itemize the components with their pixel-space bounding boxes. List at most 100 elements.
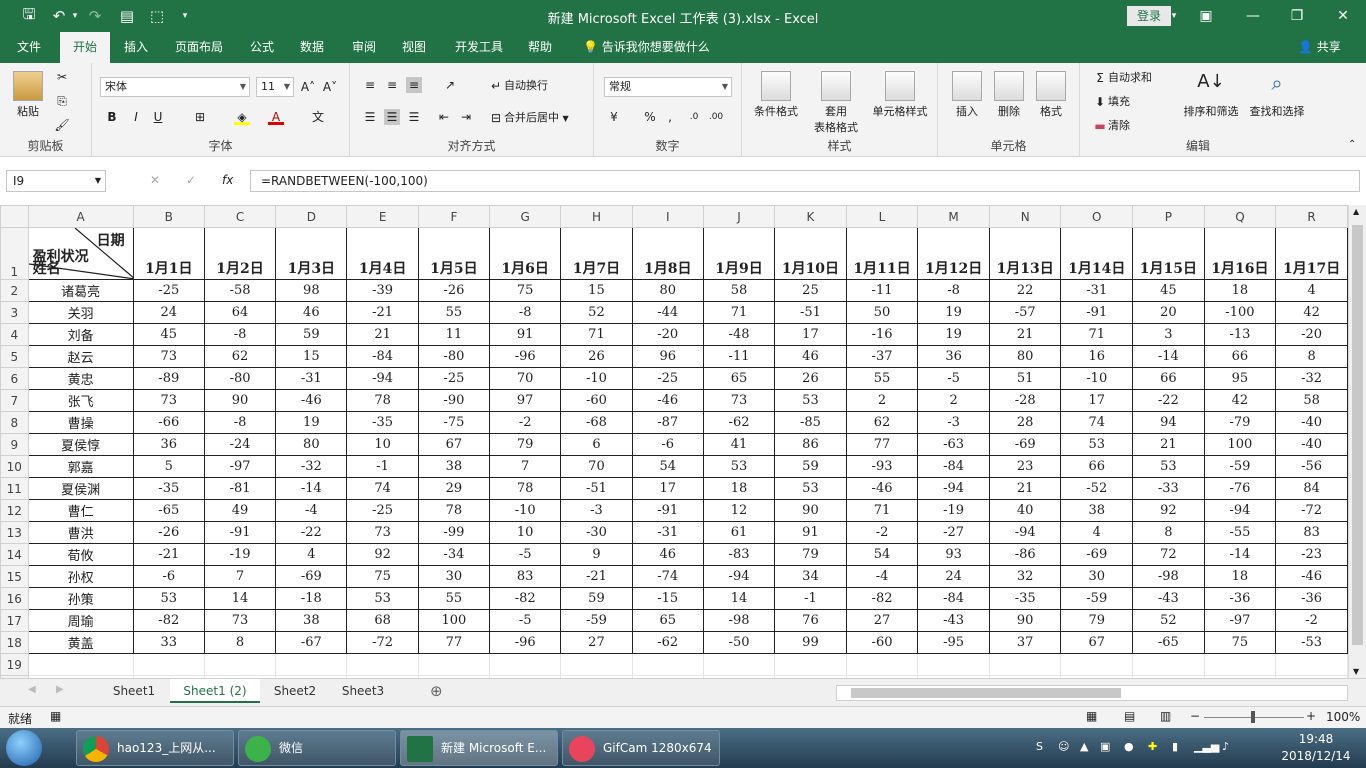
- empty-cell[interactable]: [203, 653, 277, 676]
- value-cell[interactable]: -87: [631, 411, 704, 434]
- value-cell[interactable]: 62: [845, 411, 919, 434]
- value-cell[interactable]: 73: [132, 389, 205, 412]
- value-cell[interactable]: -82: [489, 587, 562, 610]
- value-cell[interactable]: -74: [631, 565, 704, 588]
- value-cell[interactable]: 53: [1132, 455, 1205, 478]
- value-cell[interactable]: 16: [1060, 345, 1134, 368]
- value-cell[interactable]: -15: [631, 587, 704, 610]
- empty-cell[interactable]: [489, 653, 562, 676]
- wrap-text-button[interactable]: ↵ 自动换行: [488, 77, 548, 94]
- value-cell[interactable]: -97: [1203, 609, 1277, 632]
- value-cell[interactable]: 80: [631, 279, 704, 302]
- row-header[interactable]: 6: [0, 367, 29, 390]
- value-cell[interactable]: 9: [560, 543, 633, 566]
- merge-center-button[interactable]: ⊟ 合并后居中 ▼: [488, 109, 569, 126]
- value-cell[interactable]: -8: [917, 279, 990, 302]
- tray-display-icon[interactable]: ▣: [1100, 740, 1110, 753]
- value-cell[interactable]: -2: [1275, 609, 1348, 632]
- font-name-select[interactable]: 宋体 ▼: [100, 77, 250, 97]
- value-cell[interactable]: 3: [1132, 323, 1205, 346]
- value-cell[interactable]: -46: [275, 389, 348, 412]
- row-header[interactable]: 2: [0, 279, 29, 302]
- row-header[interactable]: 5: [0, 345, 29, 368]
- value-cell[interactable]: 75: [346, 565, 419, 588]
- value-cell[interactable]: 37: [988, 631, 1062, 654]
- value-cell[interactable]: 92: [1132, 499, 1205, 522]
- value-cell[interactable]: -96: [489, 631, 562, 654]
- value-cell[interactable]: -35: [988, 587, 1062, 610]
- value-cell[interactable]: 15: [275, 345, 348, 368]
- value-cell[interactable]: 98: [275, 279, 348, 302]
- zoom-slider-thumb[interactable]: [1251, 711, 1255, 723]
- column-header[interactable]: D: [275, 205, 348, 228]
- value-cell[interactable]: -84: [346, 345, 419, 368]
- value-cell[interactable]: 55: [845, 367, 919, 390]
- value-cell[interactable]: -98: [702, 609, 776, 632]
- value-cell[interactable]: 25: [774, 279, 847, 302]
- format-as-table-button[interactable]: 套用 表格格式: [804, 71, 868, 135]
- value-cell[interactable]: 59: [774, 455, 847, 478]
- column-header[interactable]: I: [631, 205, 704, 228]
- value-cell[interactable]: -25: [346, 499, 419, 522]
- value-cell[interactable]: 100: [417, 609, 491, 632]
- value-cell[interactable]: -52: [1060, 477, 1134, 500]
- value-cell[interactable]: 21: [988, 477, 1062, 500]
- value-cell[interactable]: 23: [988, 455, 1062, 478]
- value-cell[interactable]: 17: [1060, 389, 1134, 412]
- share-button[interactable]: 👤 共享: [1298, 32, 1341, 63]
- value-cell[interactable]: -94: [702, 565, 776, 588]
- value-cell[interactable]: 64: [203, 301, 277, 324]
- value-cell[interactable]: -14: [1203, 543, 1277, 566]
- value-cell[interactable]: -57: [988, 301, 1062, 324]
- value-cell[interactable]: -25: [417, 367, 491, 390]
- value-cell[interactable]: -91: [203, 521, 277, 544]
- value-cell[interactable]: -59: [1203, 455, 1277, 478]
- value-cell[interactable]: 29: [417, 477, 491, 500]
- value-cell[interactable]: -46: [1275, 565, 1348, 588]
- value-cell[interactable]: -34: [417, 543, 491, 566]
- column-header[interactable]: A: [27, 205, 134, 228]
- value-cell[interactable]: 73: [702, 389, 776, 412]
- value-cell[interactable]: -3: [560, 499, 633, 522]
- value-cell[interactable]: -31: [1060, 279, 1134, 302]
- value-cell[interactable]: 66: [1203, 345, 1277, 368]
- taskbar-item-excel[interactable]: 新建 Microsoft E...: [400, 730, 558, 766]
- value-cell[interactable]: 30: [417, 565, 491, 588]
- value-cell[interactable]: 21: [988, 323, 1062, 346]
- align-center-icon[interactable]: ☰: [384, 109, 400, 125]
- value-cell[interactable]: 19: [275, 411, 348, 434]
- row-header[interactable]: 10: [0, 455, 29, 478]
- value-cell[interactable]: -10: [560, 367, 633, 390]
- border-icon[interactable]: ⊞: [192, 109, 208, 125]
- autosum-button[interactable]: Σ 自动求和: [1092, 69, 1152, 86]
- zoom-level[interactable]: 100%: [1326, 710, 1360, 724]
- column-header[interactable]: C: [203, 205, 277, 228]
- value-cell[interactable]: 10: [489, 521, 562, 544]
- value-cell[interactable]: -20: [631, 323, 704, 346]
- value-cell[interactable]: 27: [845, 609, 919, 632]
- column-header[interactable]: K: [774, 205, 847, 228]
- value-cell[interactable]: -53: [1275, 631, 1348, 654]
- value-cell[interactable]: 71: [1060, 323, 1134, 346]
- value-cell[interactable]: 19: [917, 323, 990, 346]
- value-cell[interactable]: 8: [1275, 345, 1348, 368]
- value-cell[interactable]: 26: [560, 345, 633, 368]
- value-cell[interactable]: 52: [1132, 609, 1205, 632]
- value-cell[interactable]: -84: [917, 587, 990, 610]
- value-cell[interactable]: -62: [702, 411, 776, 434]
- value-cell[interactable]: 79: [774, 543, 847, 566]
- name-cell[interactable]: 黄盖: [27, 631, 134, 654]
- tray-sogou-icon[interactable]: S: [1036, 740, 1043, 753]
- value-cell[interactable]: 38: [1060, 499, 1134, 522]
- select-all-corner[interactable]: [0, 205, 29, 228]
- value-cell[interactable]: 5: [132, 455, 205, 478]
- date-header-cell[interactable]: 1月5日: [417, 227, 491, 280]
- column-header[interactable]: F: [417, 205, 491, 228]
- value-cell[interactable]: -1: [774, 587, 847, 610]
- row-header[interactable]: 9: [0, 433, 29, 456]
- value-cell[interactable]: 20: [1132, 301, 1205, 324]
- value-cell[interactable]: -32: [1275, 367, 1348, 390]
- tab-view[interactable]: 视图: [392, 32, 436, 63]
- value-cell[interactable]: 71: [560, 323, 633, 346]
- collapse-ribbon-icon[interactable]: ⌃: [1348, 139, 1356, 150]
